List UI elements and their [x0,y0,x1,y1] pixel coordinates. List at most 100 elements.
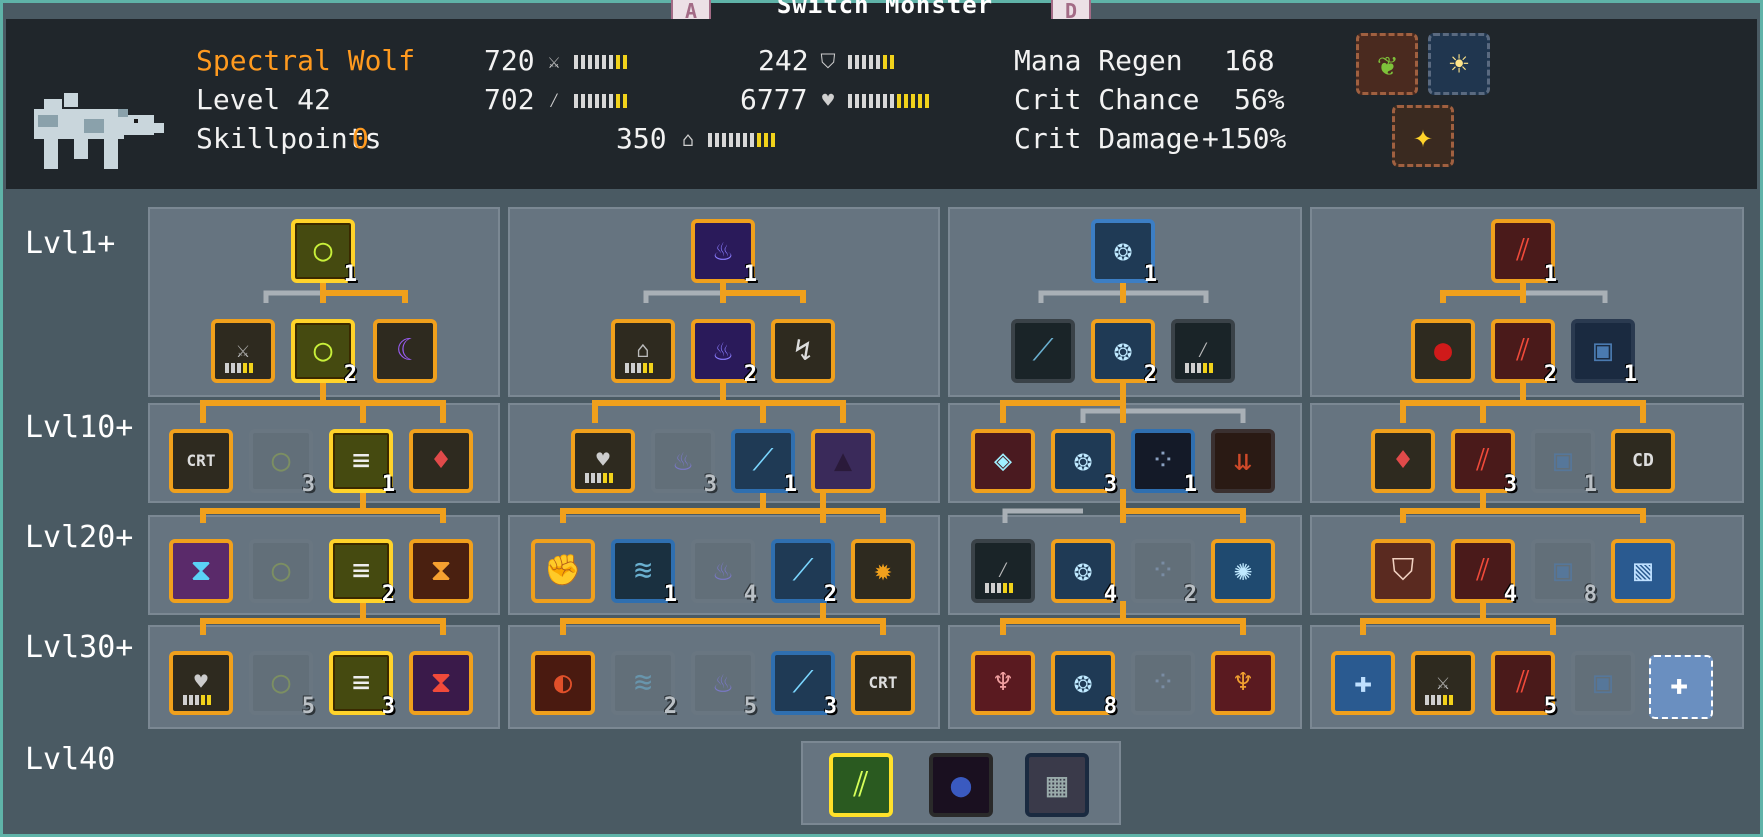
flame-icon: ♨ [713,233,733,268]
skill-crit-plus-2[interactable]: CRT [851,651,915,715]
skill-attack-up-2[interactable]: ⚔ [1411,651,1475,715]
skill-ice-sword-2[interactable]: ⟋ 2 [771,539,837,607]
skill-green-ring-4[interactable]: ◯ [249,539,313,603]
skill-blue-shield-4[interactable]: ▣ [1571,651,1635,715]
skill-speed-up[interactable]: ⌂ [611,319,675,383]
slash-icon: ⫽ [1516,333,1530,368]
skill-green-ring[interactable]: ◯ 1 [291,219,357,287]
slash-icon: ⫽ [1476,443,1490,478]
skill-fire-orb[interactable]: ◐ [531,651,595,715]
skill-sun-dash[interactable]: ✹ [851,539,915,603]
skill-red-slash-2[interactable]: ⫽ 2 [1491,319,1557,387]
crescent-icon: ☾ [395,333,415,368]
ult-void-orb[interactable]: ● [929,753,993,817]
claws-icon: ≋ [633,665,653,700]
orb-icon: ❂ [1113,233,1133,268]
skill-green-ring-5[interactable]: ◯ 5 [249,651,315,719]
arrow-down-icon: ⇊ [1233,443,1253,478]
skill-frost-orb-5[interactable]: ❂ 8 [1051,651,1117,719]
skill-cracked-shield[interactable]: ▧ [1611,539,1675,603]
slash-icon: ≡ [351,443,371,478]
skill-blood-claw-2[interactable]: ♆ [1211,651,1275,715]
skill-blue-flame-5[interactable]: ♨ 5 [691,651,757,719]
fist-icon: ✊ [544,553,582,588]
skill-red-slash-3[interactable]: ⫽ 3 [1451,429,1517,497]
skill-blood-claw[interactable]: ♆ [971,651,1035,715]
skill-blue-shield[interactable]: ▣ 1 [1571,319,1637,387]
skill-ice-spear[interactable]: ⟋ [1011,319,1075,383]
skill-frost-orb[interactable]: ❂ 1 [1091,219,1157,287]
skill-dash-sword[interactable]: ↯ [771,319,835,383]
sword-icon: ⟋ [752,443,774,478]
skill-ice-sword-3[interactable]: ⟋ 3 [771,651,837,719]
skill-claw-slash-2[interactable]: ≡ 2 [329,539,395,607]
skill-fire-down[interactable]: ⇊ [1211,429,1275,493]
skill-red-slash-hourglass[interactable]: ⧗ [409,651,473,715]
skill-frost-orb-2[interactable]: ❂ 2 [1091,319,1157,387]
skill-blue-flame-3[interactable]: ♨ 3 [651,429,717,497]
skill-frost-orb-3[interactable]: ❂ 3 [1051,429,1117,497]
skill-heart-diamond-2[interactable]: ♦ [1371,429,1435,493]
skill-frost-orb-4[interactable]: ❂ 4 [1051,539,1117,607]
skill-shield-plus[interactable]: ✚ [1331,651,1395,715]
skill-shield-gear[interactable]: ⛉ [1371,539,1435,603]
skill-blue-shield-3[interactable]: ▣ 8 [1531,539,1597,607]
dash-icon: ↯ [793,333,813,368]
skill-red-slash-5[interactable]: ⫽ 5 [1491,651,1557,719]
skill-frost-burst[interactable]: ✺ [1211,539,1275,603]
skill-crit-plus[interactable]: CRT [169,429,233,493]
shield-plus-icon: ✚ [1669,667,1689,702]
skill-ice-sword[interactable]: ⟋ 1 [731,429,797,497]
skill-claw-slash-3[interactable]: ≡ 3 [329,651,395,719]
slash-icon: ⫽ [1476,553,1490,588]
skill-wolf-howl[interactable]: ▲ [811,429,875,493]
skill-blood-drop[interactable]: ● [1411,319,1475,383]
skill-green-ring-3[interactable]: ◯ 3 [249,429,315,497]
skill-attack-up[interactable]: ⚔ [211,319,275,383]
skill-blue-flame-2[interactable]: ♨ 2 [691,319,757,387]
skill-snow-storm-3[interactable]: ⁘ [1131,651,1195,715]
shield-plus-icon: ✚ [1353,665,1373,700]
spear-icon: ⟋ [1032,333,1054,368]
skill-blue-flame[interactable]: ♨ 1 [691,219,757,287]
skill-blue-shield-2[interactable]: ▣ 1 [1531,429,1597,497]
skill-hourglass-blue[interactable]: ⧗ [169,539,233,603]
ring-icon: ◯ [313,233,333,268]
flame-icon: ♨ [673,443,693,478]
skill-claw-slash[interactable]: ≡ 1 [329,429,395,497]
skill-hourglass-orange[interactable]: ⧗ [409,539,473,603]
skill-health-up-2[interactable]: ♥ [571,429,635,493]
shield-icon: ▣ [1553,553,1573,588]
ult-green-slash[interactable]: ⫽ [829,753,893,817]
cursor-selected-skill[interactable]: ✚ [1649,655,1713,719]
skill-health-up[interactable]: ♥ [169,651,233,715]
slash-icon: ≡ [351,665,371,700]
ring-icon: ◯ [313,333,333,368]
ult-stone-storm[interactable]: ▦ [1025,753,1089,817]
snow-icon: ⁘ [1150,665,1176,700]
skill-magic-up[interactable]: ⁄ [1171,319,1235,383]
skill-heart-diamond[interactable]: ♦ [409,429,473,493]
skill-cooldown-plus[interactable]: CD [1611,429,1675,493]
orb-icon: ❂ [1073,443,1093,478]
shield-icon: ⛉ [1391,553,1415,588]
skill-purple-crescent[interactable]: ☾ [373,319,437,383]
heart-icon: ♦ [431,443,451,478]
skill-ice-claws[interactable]: ≋ 1 [611,539,677,607]
skill-green-ring-2[interactable]: ◯ 2 [291,319,357,387]
ring-icon: ◯ [271,443,291,478]
skill-stone-fist[interactable]: ✊ [531,539,595,603]
skill-red-slash-4[interactable]: ⫽ 4 [1451,539,1517,607]
skill-snow-storm[interactable]: ⁘ 1 [1131,429,1197,497]
snow-icon: ⁘ [1150,553,1176,588]
skill-red-slash[interactable]: ⫽ 1 [1491,219,1557,287]
cooldown-icon: CD [1632,450,1654,471]
skill-ice-claws-2[interactable]: ≋ 2 [611,651,677,719]
skill-snow-storm-2[interactable]: ⁘ 2 [1131,539,1197,607]
skill-blue-flame-4[interactable]: ♨ 4 [691,539,757,607]
skill-ice-crystal[interactable]: ◈ [971,429,1035,493]
skill-magic-up-2[interactable]: ⁄ [971,539,1035,603]
slash-icon: ≡ [351,553,371,588]
storm-icon: ▦ [1046,765,1068,805]
slash-hourglass-icon: ⧗ [430,665,452,700]
